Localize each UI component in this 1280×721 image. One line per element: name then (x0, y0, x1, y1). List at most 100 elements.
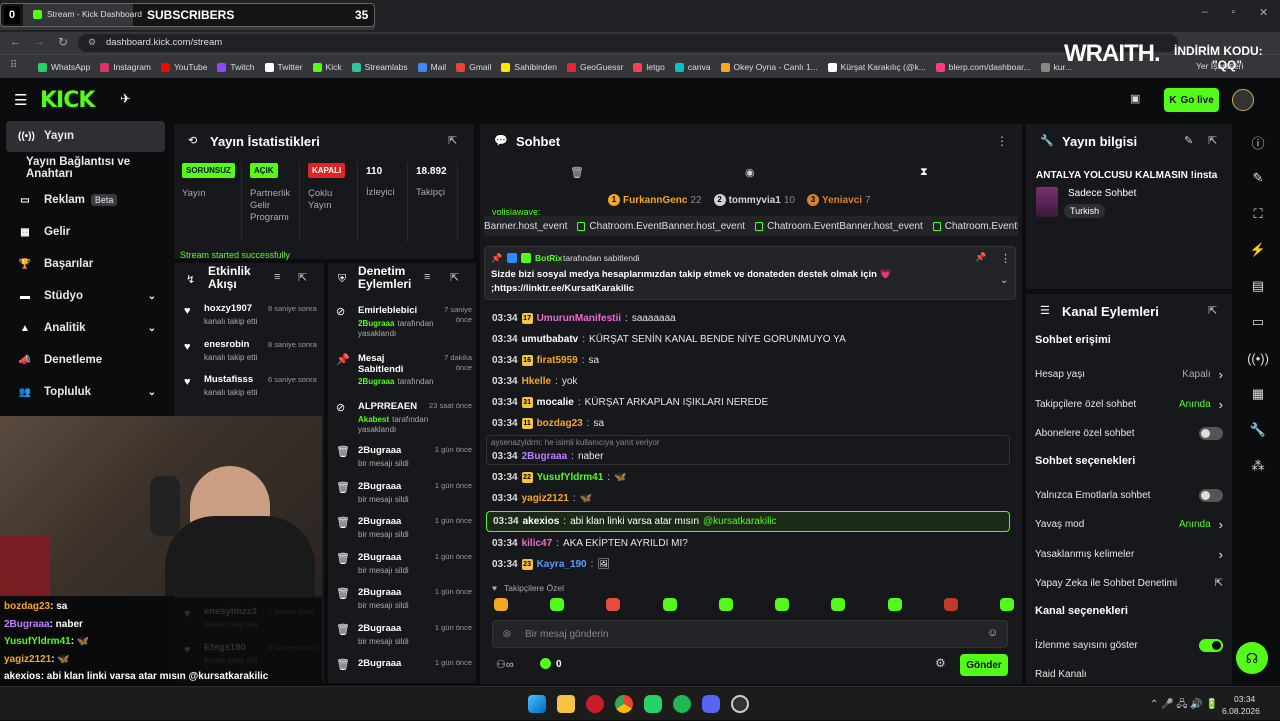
emote-icon[interactable] (718, 598, 733, 611)
unpin-icon[interactable]: 📌 (975, 252, 986, 263)
chat-username[interactable]: yagiz2121 (522, 493, 569, 504)
setting-row[interactable]: Yalnızca Emotlarla sohbet (1035, 481, 1223, 511)
gifter-item[interactable]: 3 Yeniavci 7 (806, 192, 871, 208)
setting-row[interactable]: Yasaklanmış kelimeler › (1035, 540, 1223, 570)
bookmark-item[interactable]: Instagram (100, 55, 151, 79)
emote-icon[interactable] (831, 598, 846, 611)
chat-input[interactable]: ◎ Bir mesaj gönderin ☺ (492, 620, 1008, 648)
modlog-title[interactable]: Emirleblebici (358, 305, 418, 316)
chat-username[interactable]: mocalie (537, 397, 574, 408)
chat-icon[interactable]: ▭ (1236, 304, 1280, 340)
whatsapp-icon[interactable] (644, 695, 662, 713)
spotify-icon[interactable] (673, 695, 691, 713)
reply-icon[interactable]: ◎ (503, 628, 511, 639)
back-icon[interactable]: ← (10, 36, 21, 48)
chat-username[interactable]: bozdag23 (537, 418, 583, 429)
bookmark-item[interactable]: Streamlabs (351, 55, 408, 79)
bookmark-item[interactable]: Kick (312, 55, 342, 79)
setting-row[interactable]: Abonelere özel sohbet (1035, 419, 1223, 449)
apps-grid-icon[interactable]: ⠿ (10, 60, 17, 71)
setting-row[interactable]: İzlenme sayısını göster (1035, 631, 1223, 661)
filter-icon[interactable]: ≡ (274, 271, 280, 283)
category-name[interactable]: Sadece Sohbet (1068, 188, 1136, 199)
modlog-moderator[interactable]: 2Bugraaa (358, 377, 394, 386)
chat-username[interactable]: akexios (523, 516, 560, 527)
sidebar-item-8[interactable]: 👥 Topluluk ⌄ (0, 376, 172, 408)
pencil-icon[interactable]: ✎ (1236, 160, 1280, 196)
external-link-icon[interactable]: ⇱ (1215, 578, 1223, 589)
help-headset-icon[interactable]: ☊ (1236, 642, 1268, 674)
chat-settings-icon[interactable]: ⚙ (935, 656, 946, 670)
popout-icon[interactable]: ⇱ (450, 271, 459, 284)
emote-icon[interactable] (494, 598, 508, 611)
bookmark-item[interactable]: Okey Oyna - Canlı 1... (720, 55, 818, 79)
tray-icons[interactable]: ⌃ 🎤 🖧 🔊 🔋 (1150, 697, 1218, 714)
chrome-icon[interactable] (615, 695, 633, 713)
chevron-down-icon[interactable]: ⌄ (1000, 275, 1008, 286)
chevron-right-icon[interactable]: › (1219, 547, 1223, 562)
bookmark-item[interactable]: letgo (633, 55, 665, 79)
setting-row[interactable]: Hesap yaşı Kapalı › (1035, 360, 1223, 390)
activity-user[interactable]: hoxzy1907 (204, 303, 252, 314)
send-button[interactable]: Gönder (960, 654, 1008, 676)
bookmark-item[interactable]: blerp.com/dashboar... (935, 55, 1031, 79)
modlog-title[interactable]: 2Bugraaa (358, 445, 418, 456)
bookmark-item[interactable]: Kürşat Karakılıç (@k... (827, 55, 926, 79)
emote-icon[interactable] (999, 598, 1014, 611)
emoji-icon[interactable]: ☺ (987, 627, 998, 639)
tools-icon[interactable]: ✈ (120, 91, 131, 107)
sidebar-item-6[interactable]: ▲ Analitik ⌄ (0, 312, 172, 344)
fullscreen-icon[interactable]: ⛶ (1236, 196, 1280, 232)
chat-mention[interactable]: @kursatkarakilic (703, 516, 777, 527)
chevron-down-icon[interactable]: ⌄ (148, 291, 156, 302)
emote-icon[interactable] (550, 598, 565, 611)
forward-icon[interactable]: → (34, 36, 45, 48)
sidebar-item-5[interactable]: ▬ Stüdyo ⌄ (0, 280, 172, 312)
emote-icon[interactable] (943, 598, 958, 611)
chat-menu-icon[interactable]: ⋮ (996, 134, 1008, 148)
chat-username[interactable]: firat5959 (537, 355, 578, 366)
setting-row[interactable]: Yapay Zeka ile Sohbet Denetimi ⇱ (1035, 569, 1223, 599)
chat-username[interactable]: YusufYldrm41 (537, 472, 604, 483)
chat-mode-icon[interactable]: ◉ (745, 166, 755, 179)
chevron-down-icon[interactable]: ⌄ (148, 387, 156, 398)
bookmark-item[interactable]: WhatsApp (38, 55, 90, 79)
connections-icon[interactable]: ⁂ (1236, 448, 1280, 484)
popout-icon[interactable]: ⇱ (1208, 134, 1217, 147)
chevron-down-icon[interactable]: ⌄ (148, 323, 156, 334)
chat-username[interactable]: umutbabatv (522, 334, 579, 345)
popout-icon[interactable]: ⇱ (298, 271, 307, 284)
avatar[interactable] (1232, 89, 1254, 111)
modlog-title[interactable]: 2Bugraaa (358, 552, 418, 563)
hourglass-icon[interactable]: ⧗ (920, 166, 928, 179)
emote-icon[interactable] (775, 598, 790, 611)
emote-icon[interactable] (606, 598, 621, 611)
bookmark-item[interactable]: canva (674, 55, 711, 79)
chevron-right-icon[interactable]: › (1219, 397, 1223, 412)
popout-icon[interactable]: ⇱ (448, 134, 457, 147)
trash-icon[interactable]: 🗑 (570, 166, 584, 179)
windows-start-icon[interactable] (528, 695, 546, 713)
sidebar-item-3[interactable]: ▦ Gelir (0, 216, 172, 248)
modlog-title[interactable]: ALPRREAEN (358, 401, 418, 412)
file-explorer-icon[interactable] (557, 695, 575, 713)
bookmark-item[interactable]: Gmail (456, 55, 491, 79)
edit-icon[interactable]: ✎ (1184, 134, 1193, 147)
discord-icon[interactable] (702, 695, 720, 713)
mod-view-icon[interactable]: ▣ (1130, 92, 1140, 105)
setting-row[interactable]: Yavaş mod Anında › (1035, 510, 1223, 540)
bookmark-item[interactable]: Twitch (217, 55, 255, 79)
modlog-title[interactable]: 2Bugraaa (358, 623, 418, 634)
filter-icon[interactable]: ≡ (424, 271, 430, 283)
modlog-title[interactable]: 2Bugraaa (358, 658, 418, 669)
modlog-title[interactable]: Mesaj Sabitlendi (358, 353, 418, 375)
toggle-switch[interactable] (1199, 488, 1223, 502)
modlog-title[interactable]: 2Bugraaa (358, 481, 418, 492)
site-info-icon[interactable]: ⚙ (88, 37, 96, 48)
go-live-button[interactable]: K Go live (1164, 88, 1219, 112)
toggle-switch[interactable] (1199, 638, 1223, 652)
chat-username[interactable]: 2Bugraaa (522, 451, 568, 462)
setting-row[interactable]: Takipçilere özel sohbet Anında › (1035, 390, 1223, 420)
sidebar-item-0[interactable]: ((•)) Yayın (0, 120, 172, 152)
document-icon[interactable]: ▤ (1236, 268, 1280, 304)
